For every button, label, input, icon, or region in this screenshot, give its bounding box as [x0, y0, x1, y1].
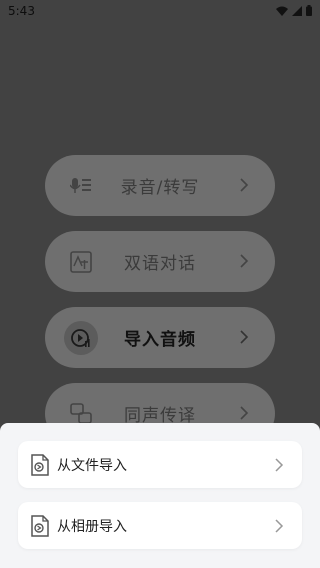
- menu-button-dialogue[interactable]: 双语对话: [45, 231, 275, 292]
- import-bottom-sheet: 从文件导入 从相册导入: [0, 423, 320, 568]
- status-bar: 5:43: [0, 0, 320, 24]
- option-label-file: 从文件导入: [57, 458, 127, 474]
- album-import-icon: [31, 515, 49, 537]
- chevron-right-icon: [275, 458, 284, 472]
- chevron-right-icon: [275, 519, 284, 533]
- chevron-right-icon: [240, 178, 249, 192]
- status-time: 5:43: [8, 4, 35, 18]
- menu-button-record[interactable]: 录音/转写: [45, 155, 275, 216]
- chevron-right-icon: [240, 330, 249, 344]
- chevron-right-icon: [240, 254, 249, 268]
- status-icons: [276, 5, 312, 16]
- battery-icon: [306, 5, 312, 16]
- import-from-file-option[interactable]: 从文件导入: [18, 441, 302, 488]
- file-import-icon: [31, 454, 49, 476]
- option-label-album: 从相册导入: [57, 519, 127, 535]
- wifi-icon: [276, 6, 288, 16]
- menu-button-import-audio[interactable]: 导入音频: [45, 307, 275, 368]
- chevron-right-icon: [240, 406, 249, 420]
- import-from-album-option[interactable]: 从相册导入: [18, 502, 302, 549]
- signal-icon: [292, 5, 302, 16]
